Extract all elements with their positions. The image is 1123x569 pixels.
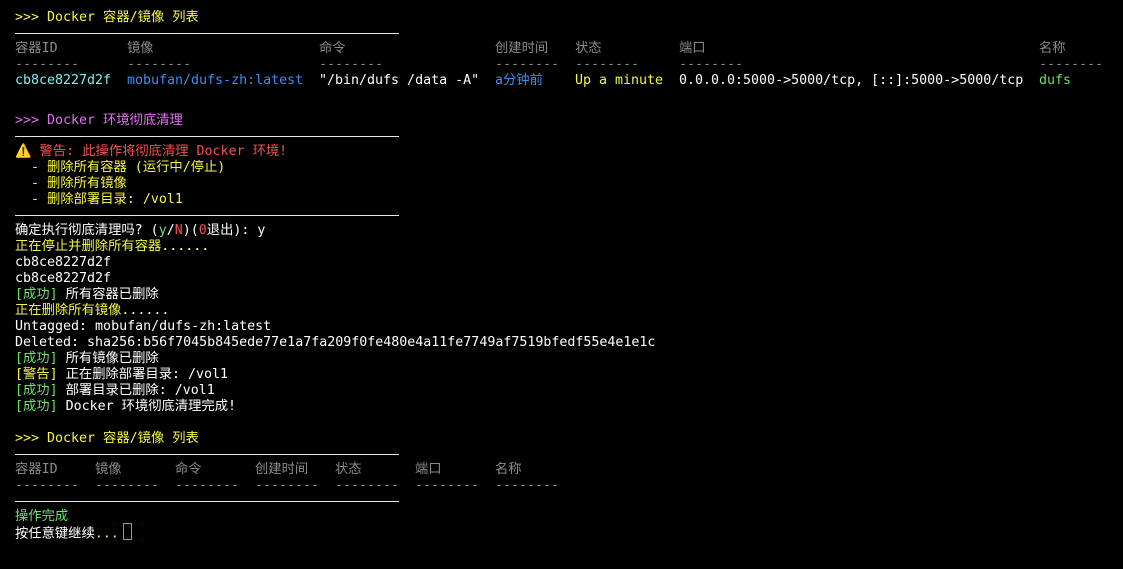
table-header-dashes: -------- -------- -------- -------- --------… — [15, 57, 1123, 73]
column-header: 命令 — [319, 41, 346, 56]
column-dashes: -------- — [15, 478, 80, 493]
log-line: 正在停止并删除所有容器...... — [15, 239, 210, 254]
column-dashes: -------- — [15, 57, 80, 72]
created: a分钟前 — [495, 73, 543, 88]
table-row: cb8ce8227d2f mobufan/dufs-zh:latest "/bi… — [15, 73, 1123, 89]
divider — [15, 136, 399, 137]
log-line: [成功] 部署目录已删除: /vol1 — [15, 383, 215, 398]
warning-tag: [警告] — [15, 367, 58, 382]
section-title-list: >>> Docker 容器/镜像 列表 — [15, 10, 199, 25]
column-header: 创建时间 — [495, 41, 549, 56]
column-header: 端口 — [679, 41, 706, 56]
terminal-window[interactable]: >>> Docker 容器/镜像 列表 容器ID 镜像 命令 创建时间 状态 端口 名称 -… — [0, 0, 1123, 569]
column-header: 命令 — [175, 462, 202, 477]
log-line: [成功] 所有容器已删除 — [15, 287, 159, 302]
log-line: Deleted: sha256:b56f7045b845ede77e1a7fa2… — [15, 335, 656, 350]
press-key-prompt[interactable]: 按任意键继续... — [15, 523, 1123, 542]
success-tag: [成功] — [15, 383, 58, 398]
divider — [15, 501, 399, 502]
column-dashes: -------- — [335, 478, 400, 493]
column-header: 创建时间 — [255, 462, 309, 477]
column-dashes: -------- — [175, 478, 240, 493]
success-tag: [成功] — [15, 351, 58, 366]
column-header: 镜像 — [95, 462, 122, 477]
column-header: 状态 — [335, 462, 362, 477]
column-dashes: -------- — [679, 57, 744, 72]
list-item: - 删除部署目录: /vol1 — [15, 192, 183, 207]
success-tag: [成功] — [15, 399, 58, 414]
success-tag: [成功] — [15, 287, 58, 302]
column-header: 名称 — [495, 462, 522, 477]
cursor-block-icon — [122, 523, 132, 540]
command: "/bin/dufs /data -A" — [319, 73, 480, 88]
table-header: 容器ID 镜像 命令 创建时间 状态 端口 名称 — [15, 41, 1123, 57]
column-dashes: -------- — [95, 478, 160, 493]
column-header: 容器ID — [15, 462, 58, 477]
column-dashes: -------- — [255, 478, 320, 493]
section-title-list: >>> Docker 容器/镜像 列表 — [15, 431, 199, 446]
warning-message: ⚠️ 警告: 此操作将彻底清理 Docker 环境! — [15, 144, 1123, 160]
divider — [15, 33, 399, 34]
column-dashes: -------- — [495, 57, 560, 72]
image-name: mobufan/dufs-zh:latest — [127, 73, 304, 88]
container-name: dufs — [1039, 73, 1072, 88]
column-header: 端口 — [415, 462, 442, 477]
confirm-answer: y — [257, 223, 266, 238]
column-dashes: -------- — [575, 57, 640, 72]
warning-icon: ⚠️ 警告: 此操作将彻底清理 Docker 环境! — [15, 144, 288, 159]
container-id: cb8ce8227d2f — [15, 73, 112, 88]
status: Up a minute — [575, 73, 664, 88]
column-dashes: -------- — [319, 57, 384, 72]
ports: 0.0.0.0:5000->5000/tcp, [::]:5000->5000/… — [679, 73, 1024, 88]
column-dashes: -------- — [415, 478, 480, 493]
column-header: 镜像 — [127, 41, 154, 56]
column-header: 容器ID — [15, 41, 58, 56]
section-title-cleanup: >>> Docker 环境彻底清理 — [15, 113, 183, 128]
list-item: - 删除所有容器 (运行中/停止) — [15, 160, 226, 175]
table-header: 容器ID 镜像 命令 创建时间 状态 端口 名称 — [15, 462, 1123, 478]
log-line: 正在删除所有镜像...... — [15, 303, 170, 318]
table-header-dashes: -------- -------- -------- -------- --------… — [15, 478, 1123, 494]
divider — [15, 215, 399, 216]
log-line: [成功] Docker 环境彻底清理完成! — [15, 399, 237, 414]
log-line: [警告] 正在删除部署目录: /vol1 — [15, 367, 229, 382]
operation-complete: 操作完成 — [15, 509, 69, 524]
column-dashes: -------- — [127, 57, 192, 72]
log-line: Untagged: mobufan/dufs-zh:latest — [15, 319, 272, 334]
confirm-prompt[interactable]: 确定执行彻底清理吗? (y/N)(0退出): y — [15, 223, 1123, 239]
log-line: cb8ce8227d2f — [15, 271, 112, 286]
column-dashes: -------- — [1039, 57, 1104, 72]
list-item: - 删除所有镜像 — [15, 176, 127, 191]
log-line: [成功] 所有镜像已删除 — [15, 351, 159, 366]
column-header: 状态 — [575, 41, 602, 56]
column-dashes: -------- — [495, 478, 560, 493]
log-line: cb8ce8227d2f — [15, 255, 112, 270]
divider — [15, 454, 399, 455]
column-header: 名称 — [1039, 41, 1066, 56]
